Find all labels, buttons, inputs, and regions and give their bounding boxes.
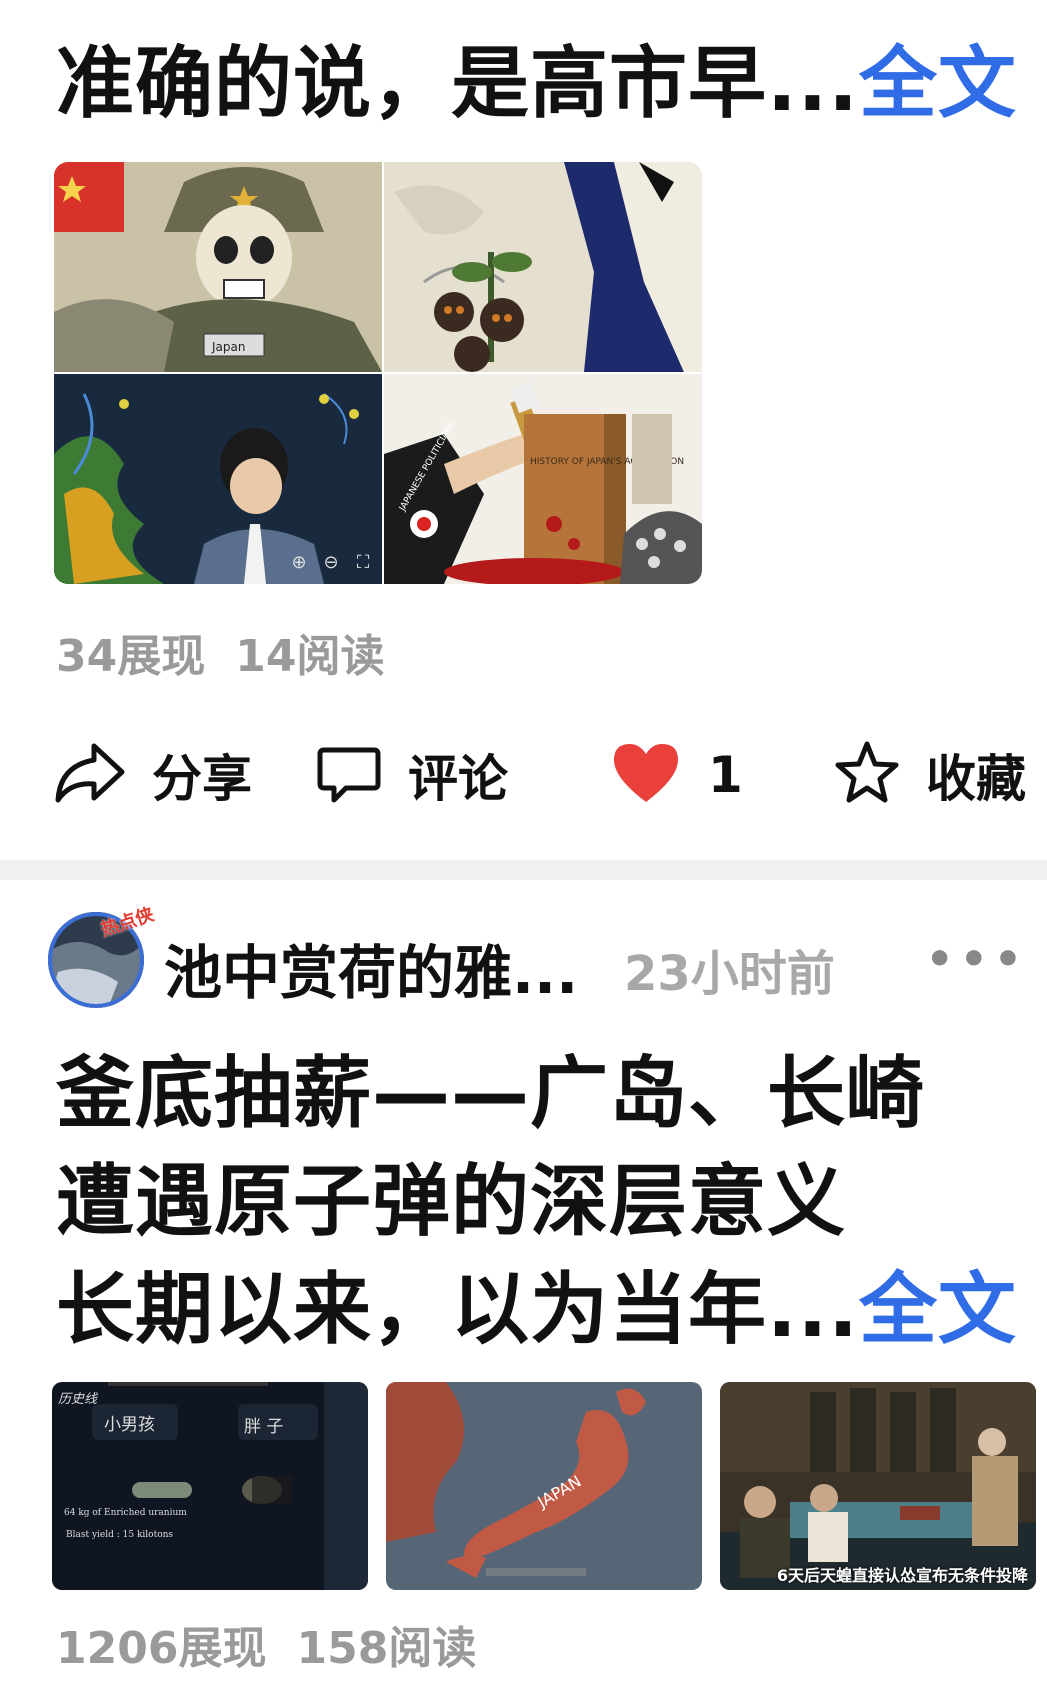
post-title[interactable]: 釜底抽薪——广岛、长崎 遭遇原子弹的深层意义 长期以来，以为当年...全文 [56, 1040, 1046, 1364]
bomb-label-left: 小男孩 [104, 1415, 155, 1435]
share-label: 分享 [152, 750, 252, 808]
post-actions: 分享 评论 1 收藏 [54, 735, 1047, 815]
image-zoom-tools: ⊕ ⊖ ⛶ [288, 552, 374, 574]
full-text-link[interactable]: 全文 [859, 39, 1017, 129]
tag-japan: Japan [211, 340, 245, 354]
post-title-text: 准确的说，是高市早... [56, 39, 859, 129]
bomb-spec-1: 64 kg of Enriched uranium [64, 1508, 187, 1518]
zoom-out-icon[interactable]: ⊖ [320, 552, 342, 574]
comment-label: 评论 [408, 750, 508, 808]
author-name[interactable]: 池中赏荷的雅... [164, 926, 578, 1010]
heart-icon [610, 740, 682, 810]
feed-divider [0, 860, 1047, 880]
post-time: 23小时前 [624, 946, 835, 1002]
post-title-line: 釜底抽薪——广岛、长崎 [56, 1049, 926, 1139]
post-stats: 1206展现 158阅读 [56, 1612, 476, 1676]
like-button[interactable]: 1 [610, 735, 743, 815]
zoom-in-icon[interactable]: ⊕ [288, 552, 310, 574]
share-icon [54, 740, 126, 810]
author-row: 热点侠 池中赏荷的雅... 23小时前 ••• [48, 904, 1028, 1012]
full-text-link[interactable]: 全文 [859, 1265, 1017, 1355]
image-cartoon-woman-flames[interactable]: ⊕ ⊖ ⛶ [54, 374, 382, 584]
favorite-label: 收藏 [926, 750, 1026, 808]
impressions-count: 1206展现 [56, 1623, 267, 1674]
post-image-grid[interactable]: Japan ⊕ ⊖ ⛶ JAPANESE POLITICIANS HISTORY… [54, 162, 702, 584]
comment-button[interactable]: 评论 [316, 735, 508, 815]
image-cartoon-skull-plant[interactable] [384, 162, 702, 372]
post-title-line: 遭遇原子弹的深层意义 [56, 1157, 847, 1247]
image-cartoon-skull-soldier[interactable]: Japan [54, 162, 382, 372]
more-dots-icon[interactable]: ••• [926, 934, 1028, 985]
post-card-1[interactable]: 准确的说，是高市早...全文 Japan ⊕ ⊖ ⛶ JAPANESE POLI… [0, 0, 1047, 860]
image-surrender-scene[interactable]: 6天后天蝗直接认怂宣布无条件投降 [720, 1382, 1036, 1590]
comment-icon [316, 740, 382, 810]
post-title[interactable]: 准确的说，是高市早...全文 [56, 38, 1036, 130]
image-atomic-bombs[interactable]: 历史线 小男孩 胖 子 64 kg of Enriched uranium Bl… [52, 1382, 368, 1590]
star-icon [834, 740, 900, 810]
post-title-line: 长期以来，以为当年... [56, 1265, 859, 1355]
fullscreen-icon[interactable]: ⛶ [352, 552, 374, 574]
reads-count: 14阅读 [235, 631, 385, 682]
image-caption: 6天后天蝗直接认怂宣布无条件投降 [776, 1566, 1028, 1585]
post-image-row: 历史线 小男孩 胖 子 64 kg of Enriched uranium Bl… [52, 1382, 1042, 1590]
reads-count: 158阅读 [296, 1623, 477, 1674]
favorite-button[interactable]: 收藏 [834, 735, 1026, 815]
share-button[interactable]: 分享 [54, 735, 252, 815]
image-japan-map[interactable]: JAPAN [386, 1382, 702, 1590]
bomb-label-right: 胖 子 [244, 1417, 284, 1437]
like-count: 1 [708, 746, 743, 804]
image-cartoon-history-book[interactable]: JAPANESE POLITICIANS HISTORY OF JAPAN'S … [384, 374, 702, 584]
bomb-spec-2: Blast yield : 15 kilotons [66, 1530, 174, 1540]
corner-tag: 历史线 [58, 1392, 98, 1407]
impressions-count: 34展现 [56, 631, 206, 682]
post-stats: 34展现 14阅读 [56, 620, 384, 684]
